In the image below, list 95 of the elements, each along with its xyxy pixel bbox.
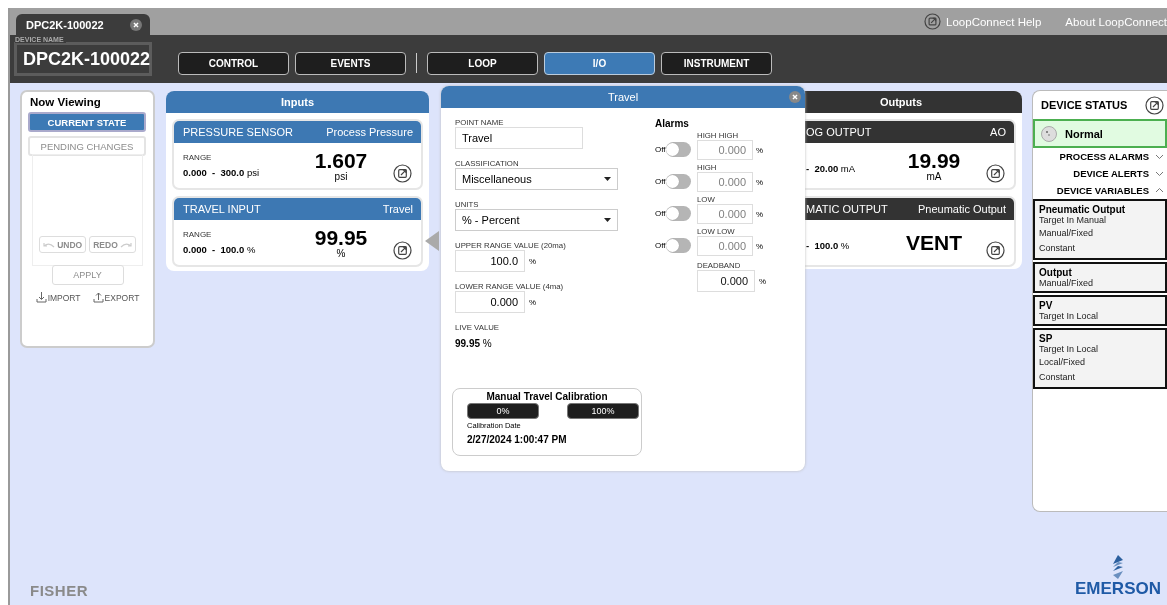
- card-tag: Pneumatic Output: [917, 203, 1006, 215]
- reading-value: 19.99: [907, 149, 961, 171]
- range-value: 0.000 - 300.0 psi: [183, 167, 261, 178]
- variable-status: Target In Local: [1039, 311, 1100, 322]
- range-label: RANGE: [183, 230, 213, 239]
- variable-name: SP: [1039, 333, 1054, 344]
- chevron-icon: [1155, 153, 1164, 160]
- calibration-date: 2/27/2024 1:00:47 PM: [467, 434, 568, 445]
- import-icon: [35, 292, 47, 303]
- unit-label: %: [755, 178, 765, 187]
- nav-button[interactable]: I/O: [544, 51, 655, 75]
- calibrate-button[interactable]: 100%: [567, 403, 639, 419]
- panel-title: DEVICE STATUS: [1041, 99, 1128, 111]
- export-button[interactable]: EXPORT: [92, 292, 140, 303]
- nav-button[interactable]: CONTROL: [178, 51, 289, 75]
- reading-value: 1.607: [314, 149, 368, 171]
- range-value: 0.000 - 100.0 %: [183, 244, 257, 255]
- card-tag: Process Pressure: [326, 126, 413, 138]
- variable-name: Pneumatic Output: [1039, 204, 1127, 215]
- device-tab[interactable]: DPC2K-100022: [16, 14, 150, 35]
- panel-title: Now Viewing: [30, 96, 102, 108]
- range-value: - 100.0 %: [806, 239, 851, 251]
- card-title: PRESSURE SENSOR: [183, 126, 294, 138]
- close-icon[interactable]: [789, 91, 801, 103]
- variable-status: Manual/Fixed: [1039, 278, 1095, 289]
- input-field[interactable]: 0.000: [697, 270, 755, 292]
- open-external-icon[interactable]: [986, 241, 1005, 260]
- toggle-label: Off: [655, 241, 666, 250]
- undo-arrow-icon: [43, 240, 56, 249]
- open-external-icon[interactable]: [1145, 95, 1164, 115]
- section-title: Alarms: [655, 118, 690, 129]
- toggle-label: Off: [655, 145, 666, 154]
- range-label: RANGE: [183, 153, 213, 162]
- caret-icon: [604, 177, 611, 181]
- variable-status: Manual/Fixed: [1039, 227, 1095, 240]
- close-icon[interactable]: [129, 18, 142, 31]
- variable-status: Target In Local: [1039, 344, 1100, 355]
- toggle-label: Off: [655, 209, 666, 218]
- section-toggle[interactable]: DEVICE VARIABLES: [1033, 182, 1167, 199]
- live-value: 99.95 %: [455, 338, 493, 349]
- range-value: - 20.00 mA: [806, 162, 857, 174]
- unit-label: %: [755, 242, 765, 251]
- toggle-label: Off: [655, 177, 666, 186]
- open-external-icon[interactable]: [393, 241, 412, 260]
- nav-button[interactable]: LOOP: [427, 51, 538, 75]
- card-title: MATIC OUTPUT: [806, 203, 888, 215]
- view-button[interactable]: CURRENT STATE: [28, 112, 146, 132]
- reading-value: 99.95: [314, 226, 368, 248]
- variable-name: PV: [1039, 300, 1054, 311]
- card-tag: Travel: [382, 203, 413, 215]
- chevron-icon: [1155, 170, 1164, 177]
- section-toggle[interactable]: PROCESS ALARMS: [1033, 148, 1167, 165]
- reading-unit: mA: [926, 171, 942, 182]
- device-name: DPC2K-100022: [23, 48, 151, 70]
- unit-label: %: [529, 256, 537, 266]
- dropdown[interactable]: Miscellaneous: [455, 168, 618, 190]
- panel-title: Manual Travel Calibration: [485, 391, 609, 402]
- export-icon: [92, 292, 104, 303]
- caret-icon: [604, 218, 611, 222]
- nav-button[interactable]: EVENTS: [295, 51, 406, 75]
- variable-status: Constant: [1039, 242, 1077, 255]
- reading-value: VENT: [906, 232, 962, 253]
- variable-name: Output: [1039, 267, 1072, 278]
- input-field[interactable]: Travel: [455, 127, 583, 149]
- variable-status: Local/Fixed: [1039, 356, 1087, 369]
- import-button[interactable]: IMPORT: [35, 292, 81, 303]
- card-title: OG OUTPUT: [806, 126, 872, 138]
- nav-button[interactable]: INSTRUMENT: [661, 51, 772, 75]
- reading-unit: psi: [334, 171, 348, 182]
- input-field[interactable]: 100.0: [455, 250, 525, 272]
- variable-status: Target In Manual: [1039, 215, 1107, 226]
- unit-label: %: [755, 146, 765, 155]
- open-external-icon[interactable]: [393, 164, 412, 183]
- section-toggle[interactable]: DEVICE ALERTS: [1033, 165, 1167, 182]
- status-dial-icon: [1041, 125, 1057, 142]
- card-title: TRAVEL INPUT: [183, 203, 261, 215]
- unit-label: %: [759, 276, 767, 286]
- redo-arrow-icon: [119, 240, 132, 249]
- brand-logo: FISHER: [30, 582, 88, 599]
- calibrate-button[interactable]: 0%: [467, 403, 539, 419]
- brand-logo: EMERSON: [1075, 579, 1161, 599]
- chevron-icon: [1155, 187, 1164, 194]
- card-tag: AO: [990, 126, 1006, 138]
- dropdown[interactable]: % - Percent: [455, 209, 618, 231]
- unit-label: %: [755, 210, 765, 219]
- unit-label: %: [529, 297, 537, 307]
- dialog-title: Travel: [607, 91, 639, 103]
- status-banner: Normal: [1033, 119, 1167, 148]
- panel-title: Outputs: [879, 96, 923, 108]
- variable-status: Constant: [1039, 371, 1077, 384]
- panel-title: Inputs: [281, 96, 314, 108]
- open-external-icon[interactable]: [986, 164, 1005, 183]
- input-field[interactable]: 0.000: [455, 291, 525, 313]
- reading-unit: %: [336, 248, 346, 259]
- pointer-arrow-icon: [425, 231, 439, 251]
